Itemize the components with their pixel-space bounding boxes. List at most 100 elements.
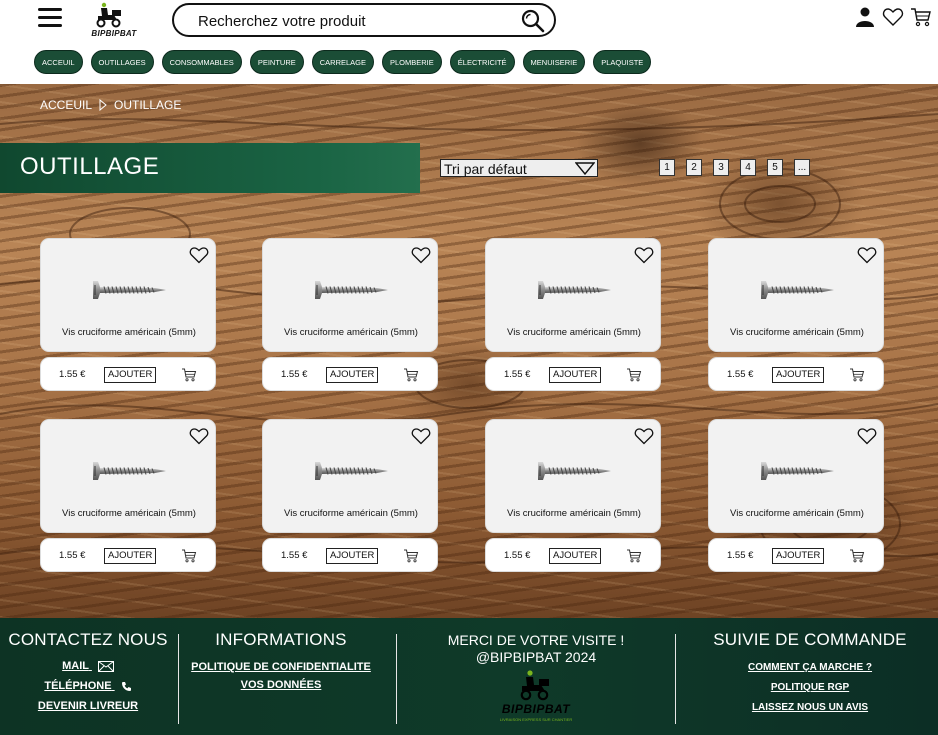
heart-icon[interactable] bbox=[189, 245, 209, 265]
add-to-cart-button[interactable]: AJOUTER bbox=[549, 367, 602, 383]
screw-image bbox=[315, 462, 388, 480]
cart-icon[interactable] bbox=[181, 367, 197, 382]
heart-icon[interactable] bbox=[882, 6, 904, 28]
product-listing: ACCEUIL OUTILLAGE OUTILLAGE Tri par défa… bbox=[0, 84, 938, 618]
product-card-top[interactable]: Vis cruciforme américain (5mm) bbox=[485, 419, 661, 533]
category-outillages[interactable]: OUTILLAGES bbox=[90, 50, 154, 74]
product-card-top[interactable]: Vis cruciforme américain (5mm) bbox=[708, 419, 884, 533]
site-footer: CONTACTEZ NOUS MAIL TÉLÉPHONE DEVENIR LI… bbox=[0, 618, 938, 735]
site-logo[interactable]: BIPBIPBAT bbox=[86, 2, 142, 38]
product-price: 1.55 € bbox=[504, 369, 531, 380]
add-to-cart-button[interactable]: AJOUTER bbox=[104, 367, 157, 383]
product-name[interactable]: Vis cruciforme américain (5mm) bbox=[41, 508, 217, 519]
category-plomberie[interactable]: PLOMBERIE bbox=[382, 50, 442, 74]
site-header: BIPBIPBAT ACCEUIL OUTILLAGES CON bbox=[0, 0, 938, 84]
footer-divider bbox=[396, 634, 397, 724]
heart-icon[interactable] bbox=[411, 245, 431, 265]
search-icon[interactable] bbox=[520, 8, 546, 34]
phone-link[interactable]: TÉLÉPHONE bbox=[0, 680, 176, 692]
search-input[interactable] bbox=[196, 10, 490, 32]
leave-review-link[interactable]: LAISSEZ NOUS UN AVIS bbox=[700, 702, 920, 713]
become-driver-link[interactable]: DEVENIR LIVREUR bbox=[0, 700, 176, 712]
privacy-link[interactable]: POLITIQUE DE CONFIDENTIALITE bbox=[186, 661, 376, 673]
add-to-cart-button[interactable]: AJOUTER bbox=[326, 548, 379, 564]
your-data-link[interactable]: VOS DONNÉES bbox=[186, 679, 376, 691]
search-bar bbox=[172, 3, 556, 37]
scooter-logo-icon bbox=[96, 2, 121, 28]
how-it-works-link[interactable]: COMMENT ÇA MARCHE ? bbox=[700, 662, 920, 673]
screw-image bbox=[538, 281, 611, 299]
product-card-top[interactable]: Vis cruciforme américain (5mm) bbox=[262, 238, 438, 352]
cart-icon[interactable] bbox=[181, 548, 197, 563]
footer-info: INFORMATIONS POLITIQUE DE CONFIDENTIALIT… bbox=[186, 630, 376, 691]
category-plaquiste[interactable]: PLAQUISTE bbox=[593, 50, 652, 74]
product-name[interactable]: Vis cruciforme américain (5mm) bbox=[486, 508, 662, 519]
product-name[interactable]: Vis cruciforme américain (5mm) bbox=[709, 327, 885, 338]
category-consommables[interactable]: CONSOMMABLES bbox=[161, 50, 242, 74]
rgp-policy-link[interactable]: POLITIQUE RGP bbox=[700, 682, 920, 693]
product-card-top[interactable]: Vis cruciforme américain (5mm) bbox=[262, 419, 438, 533]
phone-label: TÉLÉPHONE bbox=[44, 680, 112, 692]
category-electricite[interactable]: ÉLECTRICITÉ bbox=[449, 50, 515, 74]
product-grid: Vis cruciforme américain (5mm) 1.55 € AJOU… bbox=[0, 84, 938, 618]
product-card-top[interactable]: Vis cruciforme américain (5mm) bbox=[40, 238, 216, 352]
footer-order: SUIVIE DE COMMANDE COMMENT ÇA MARCHE ? P… bbox=[700, 630, 920, 713]
product-card-bottom: 1.55 € AJOUTER bbox=[485, 357, 661, 391]
cart-icon[interactable] bbox=[626, 548, 642, 563]
cart-icon[interactable] bbox=[626, 367, 642, 382]
cart-icon[interactable] bbox=[849, 367, 865, 382]
screw-image bbox=[93, 281, 166, 299]
footer-info-title: INFORMATIONS bbox=[215, 630, 347, 649]
category-peinture[interactable]: PEINTURE bbox=[249, 50, 304, 74]
footer-logo: BIPBIPBAT LIVRAISON EXPRESS SUR CHANTIER bbox=[420, 669, 652, 727]
heart-icon[interactable] bbox=[857, 245, 877, 265]
add-to-cart-button[interactable]: AJOUTER bbox=[772, 367, 825, 383]
product-price: 1.55 € bbox=[59, 369, 86, 380]
add-to-cart-button[interactable]: AJOUTER bbox=[549, 548, 602, 564]
user-icon[interactable] bbox=[854, 6, 876, 28]
heart-icon[interactable] bbox=[189, 426, 209, 446]
cart-icon[interactable] bbox=[403, 548, 419, 563]
heart-icon[interactable] bbox=[634, 245, 654, 265]
heart-icon[interactable] bbox=[634, 426, 654, 446]
category-carrelage[interactable]: CARRELAGE bbox=[311, 50, 374, 74]
category-nav: ACCEUIL OUTILLAGES CONSOMMABLES PEINTURE… bbox=[34, 50, 652, 74]
category-acceuil[interactable]: ACCEUIL bbox=[34, 50, 83, 74]
cart-icon[interactable] bbox=[403, 367, 419, 382]
footer-divider bbox=[675, 634, 676, 724]
product-name[interactable]: Vis cruciforme américain (5mm) bbox=[486, 327, 662, 338]
product-price: 1.55 € bbox=[727, 550, 754, 561]
add-to-cart-button[interactable]: AJOUTER bbox=[326, 367, 379, 383]
logo-text: BIPBIPBAT bbox=[91, 29, 137, 38]
heart-icon[interactable] bbox=[411, 426, 431, 446]
mail-link[interactable]: MAIL bbox=[0, 660, 176, 672]
product-card-top[interactable]: Vis cruciforme américain (5mm) bbox=[485, 238, 661, 352]
footer-order-title: SUIVIE DE COMMANDE bbox=[713, 630, 907, 649]
screw-image bbox=[761, 281, 834, 299]
product-card-bottom: 1.55 € AJOUTER bbox=[708, 538, 884, 572]
product-name[interactable]: Vis cruciforme américain (5mm) bbox=[41, 327, 217, 338]
cart-icon[interactable] bbox=[849, 548, 865, 563]
add-to-cart-button[interactable]: AJOUTER bbox=[104, 548, 157, 564]
product-price: 1.55 € bbox=[281, 369, 308, 380]
footer-contact-title: CONTACTEZ NOUS bbox=[8, 630, 168, 649]
product-name[interactable]: Vis cruciforme américain (5mm) bbox=[263, 327, 439, 338]
menu-icon[interactable] bbox=[38, 8, 62, 28]
cart-icon[interactable] bbox=[910, 6, 932, 28]
footer-divider bbox=[178, 634, 179, 724]
product-card-bottom: 1.55 € AJOUTER bbox=[262, 538, 438, 572]
product-card-bottom: 1.55 € AJOUTER bbox=[40, 538, 216, 572]
add-to-cart-button[interactable]: AJOUTER bbox=[772, 548, 825, 564]
screw-image bbox=[93, 462, 166, 480]
product-card-top[interactable]: Vis cruciforme américain (5mm) bbox=[708, 238, 884, 352]
product-card-bottom: 1.55 € AJOUTER bbox=[708, 357, 884, 391]
heart-icon[interactable] bbox=[857, 426, 877, 446]
product-name[interactable]: Vis cruciforme américain (5mm) bbox=[709, 508, 885, 519]
product-card-top[interactable]: Vis cruciforme américain (5mm) bbox=[40, 419, 216, 533]
product-price: 1.55 € bbox=[59, 550, 86, 561]
category-menuiserie[interactable]: MENUISERIE bbox=[522, 50, 586, 74]
product-card-bottom: 1.55 € AJOUTER bbox=[485, 538, 661, 572]
footer-logo-text: BIPBIPBAT bbox=[501, 702, 571, 716]
footer-contact: CONTACTEZ NOUS MAIL TÉLÉPHONE DEVENIR LI… bbox=[0, 630, 176, 712]
product-name[interactable]: Vis cruciforme américain (5mm) bbox=[263, 508, 439, 519]
